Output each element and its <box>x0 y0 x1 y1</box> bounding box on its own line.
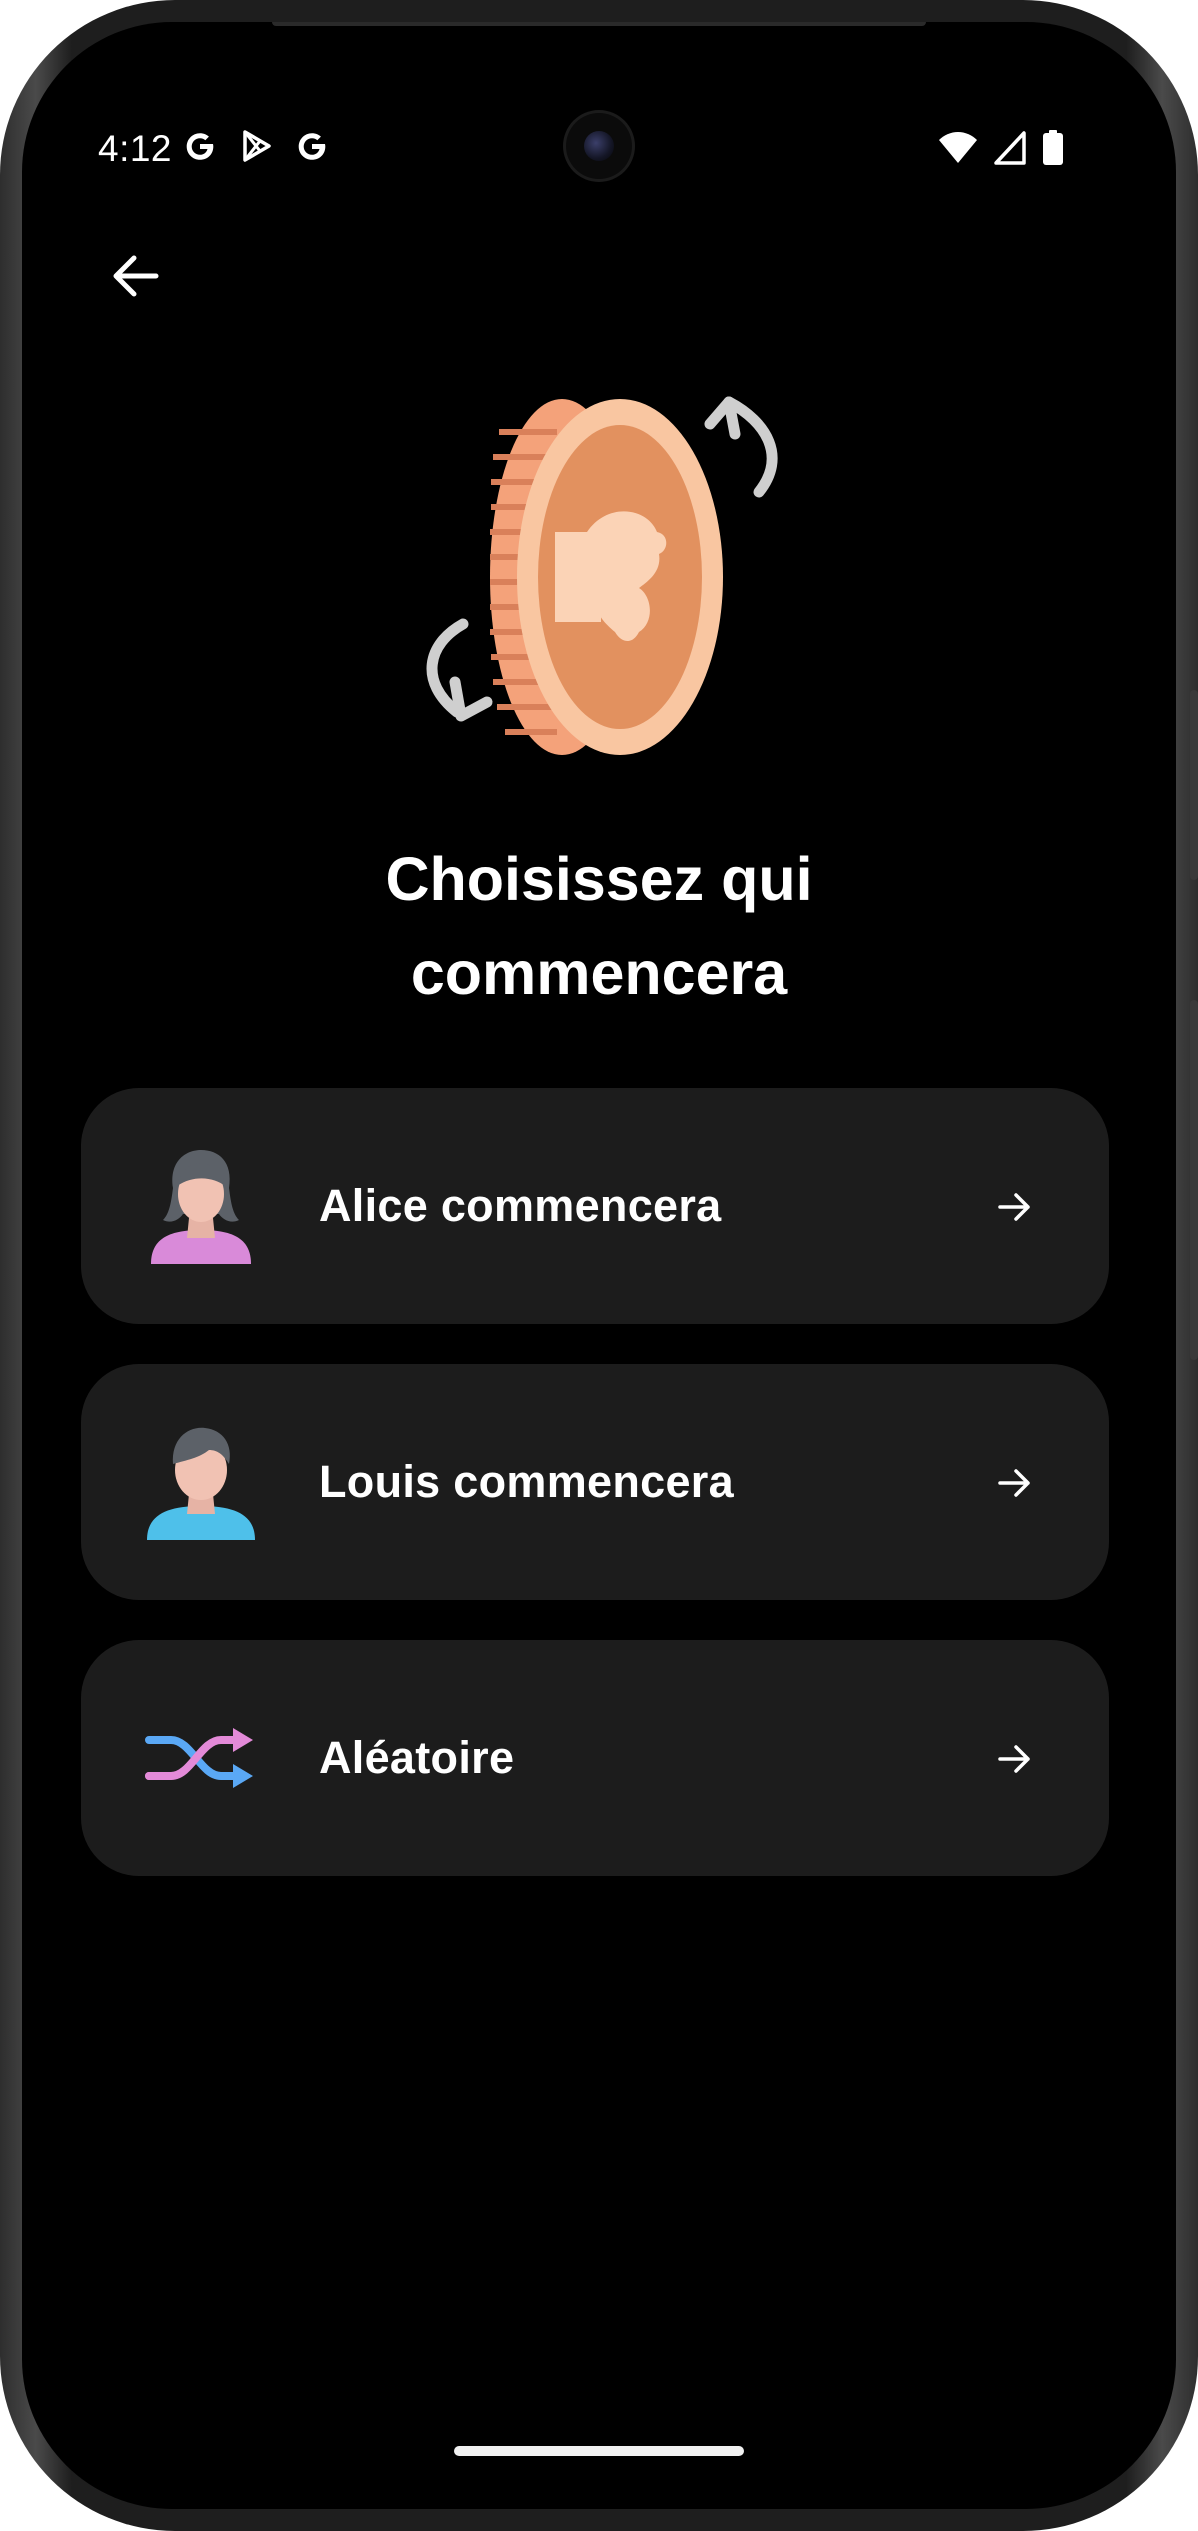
option-alice-starts[interactable]: Alice commencera <box>81 1088 1109 1324</box>
arrow-right-icon <box>998 1469 1030 1497</box>
arrow-right-icon <box>998 1745 1030 1773</box>
status-time: 4:12 <box>98 128 173 169</box>
page-title: Choisissez qui commencera <box>22 832 1176 1020</box>
screen: 4:12 Choisissez qui commencera Alice com… <box>22 22 1176 2509</box>
page-title-line1: Choisissez qui <box>385 845 813 913</box>
battery-icon <box>1043 130 1063 165</box>
option-label: Louis commencera <box>319 1456 734 1507</box>
page-title-line2: commencera <box>410 939 788 1007</box>
home-indicator[interactable] <box>454 2446 744 2456</box>
male-avatar-icon <box>147 1427 255 1540</box>
female-avatar-icon <box>151 1150 251 1264</box>
front-camera <box>566 113 632 179</box>
arrow-right-icon <box>998 1193 1030 1221</box>
arrow-left-icon[interactable] <box>106 246 166 306</box>
frame-top-line <box>272 22 926 26</box>
google-icon <box>186 133 214 160</box>
coin-flip-illustration <box>426 396 778 755</box>
option-label: Aléatoire <box>319 1732 515 1783</box>
play-store-icon <box>243 130 271 162</box>
option-label: Alice commencera <box>319 1180 722 1231</box>
status-system-icons <box>938 130 1064 166</box>
wifi-icon <box>939 132 977 163</box>
side-button-volume <box>1190 1000 1198 1360</box>
cellular-signal-icon <box>994 131 1026 165</box>
google-icon <box>298 133 326 160</box>
option-random[interactable]: Aléatoire <box>81 1640 1109 1876</box>
phone-frame: 4:12 Choisissez qui commencera Alice com… <box>0 0 1198 2531</box>
shuffle-icon <box>145 1728 253 1788</box>
option-louis-starts[interactable]: Louis commencera <box>81 1364 1109 1600</box>
status-notifications <box>182 128 330 164</box>
side-button-top <box>1190 690 1198 880</box>
